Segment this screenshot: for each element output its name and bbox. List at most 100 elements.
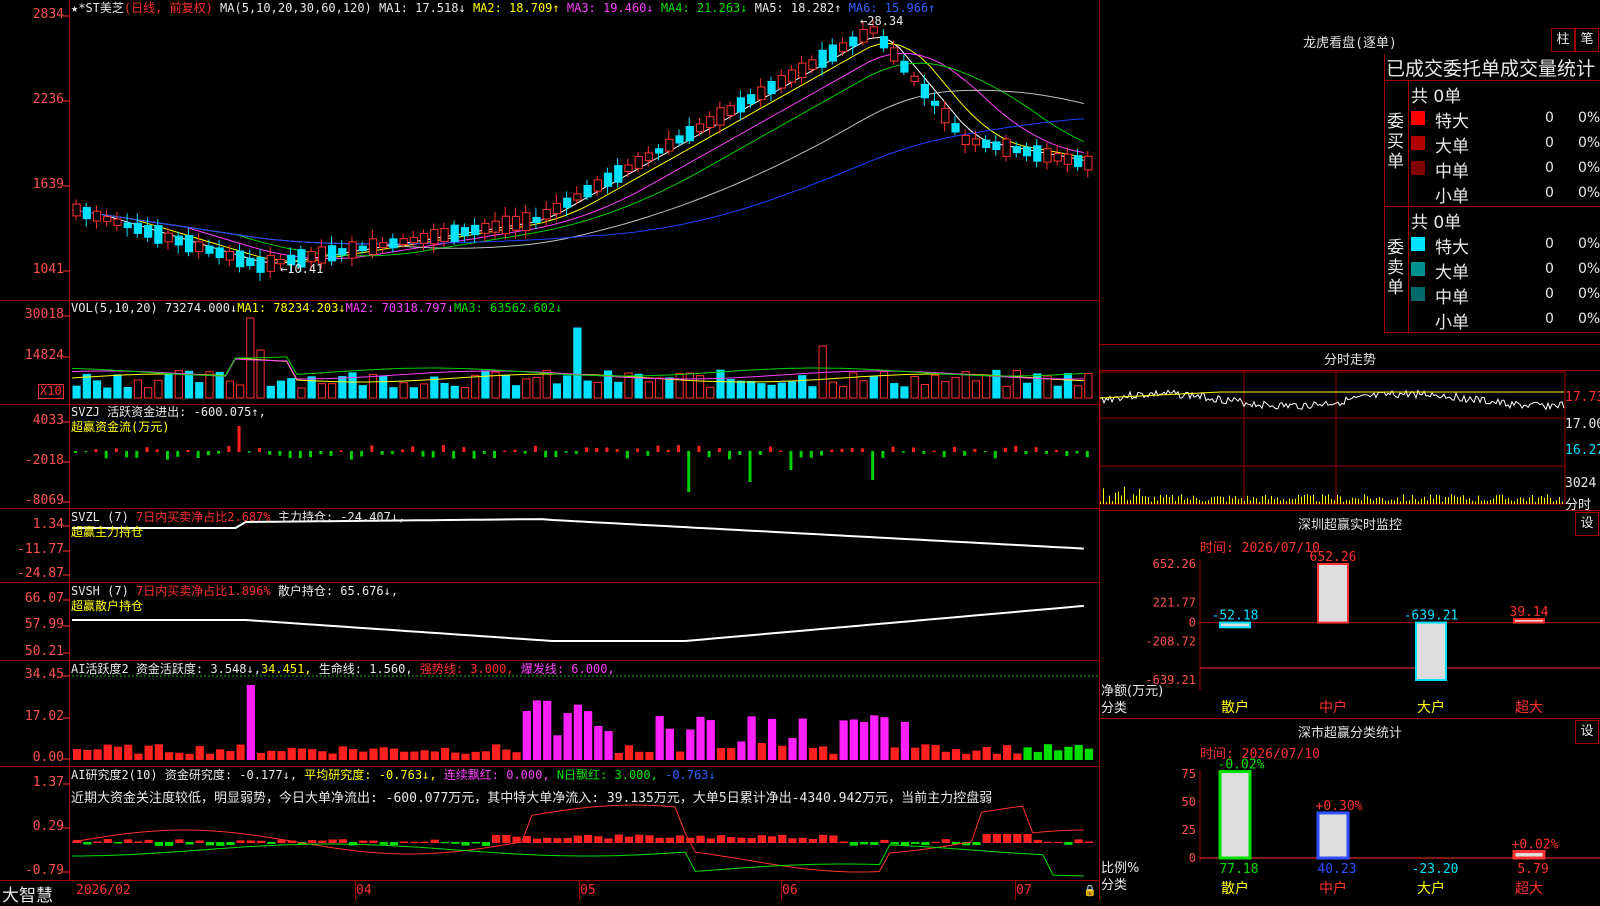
fund-flow-bar — [595, 448, 599, 452]
month-tick — [579, 880, 580, 900]
fund-flow-bar — [1034, 447, 1038, 452]
candle — [726, 105, 735, 116]
intraday-volume-bar — [1436, 494, 1437, 504]
svzj-label[interactable]: SVZJ — [71, 405, 100, 419]
ma-line — [71, 52, 1084, 260]
activity-bar — [369, 748, 378, 760]
period-mode[interactable]: (日线, 前复权) — [124, 1, 213, 15]
stock-name[interactable]: ★*ST美芝 — [71, 1, 124, 15]
intraday-volume-bar — [1157, 500, 1158, 504]
candle — [72, 203, 81, 217]
intraday-volume-bar — [1160, 495, 1161, 504]
monitor-bar-value: 39.14 — [1509, 605, 1548, 620]
candle — [103, 216, 112, 223]
intraday-volume-bar — [1352, 497, 1353, 504]
fund-flow-bar — [155, 449, 159, 452]
volume-bar — [655, 377, 664, 399]
candle — [195, 241, 204, 252]
sz-monitor-settings-button[interactable]: 设 — [1575, 512, 1599, 536]
rp-line — [1100, 510, 1600, 511]
volume-bar — [716, 369, 725, 399]
price-axis-label: 1639 — [32, 177, 64, 192]
fund-flow-bar — [380, 451, 384, 455]
intraday-volume-bar — [1298, 494, 1299, 504]
volume-bar — [614, 381, 623, 399]
sz-class-title: 深市超赢分类统计 — [1297, 726, 1402, 741]
intraday-volume-bar — [1346, 499, 1347, 504]
tick-mode-button[interactable]: 笔 — [1575, 28, 1599, 52]
research-bar — [829, 835, 838, 843]
research-bar — [440, 842, 450, 844]
buy-row-percent: 0% — [1578, 185, 1600, 201]
fund-flow-bar — [186, 450, 190, 452]
vol-ma2: MA2: 70318.797↓ — [345, 301, 454, 315]
intraday-volume-bar — [1109, 495, 1110, 504]
intraday-volume-bar — [1556, 500, 1557, 504]
activity-bar — [440, 747, 450, 760]
class-category-label: 大户 — [1417, 880, 1445, 897]
fund-flow-bar — [431, 451, 435, 458]
intraday-volume-bar — [1289, 498, 1290, 504]
research-bar — [941, 839, 950, 843]
volume-bar — [1053, 385, 1062, 399]
candle — [358, 245, 367, 252]
activity-bar — [604, 731, 613, 760]
candle — [368, 238, 378, 255]
fund-flow-bar — [901, 451, 905, 453]
intraday-volume-bar — [1277, 497, 1278, 504]
bar-mode-button[interactable]: 柱 — [1551, 28, 1575, 52]
ma-params[interactable]: MA(5,10,20,30,60,120) — [220, 1, 372, 15]
svzj-axis-label: 4033 — [32, 413, 64, 428]
activity-bar — [113, 746, 123, 760]
kline-chart-canvas[interactable] — [0, 0, 1100, 900]
candle — [215, 247, 224, 259]
ai2-avg: 平均研究度: -0.763↓, — [304, 768, 437, 782]
activity-bar — [471, 751, 480, 760]
vol-params[interactable]: VOL(5,10,20) — [71, 301, 158, 315]
intraday-volume-bar — [1211, 497, 1212, 504]
volume-bar — [890, 383, 899, 399]
research-bar — [246, 840, 255, 843]
intraday-volume-bar — [1451, 494, 1452, 504]
intraday-volume-bar — [1259, 501, 1260, 504]
intraday-volume-bar — [1175, 501, 1176, 504]
candle — [736, 97, 746, 113]
intraday-volume-bar — [1412, 494, 1413, 504]
candle — [154, 225, 163, 244]
ai1-label[interactable]: AI活跃度2 — [71, 662, 129, 676]
fund-flow-bar — [227, 446, 231, 452]
sz-class-settings-button[interactable]: 设 — [1575, 720, 1599, 744]
sz-monitor-chart: 652.26 221.77 0 -208.72 -639.21 -52.18 散户 652.2… — [1145, 550, 1600, 716]
intraday-volume-bar — [1229, 495, 1230, 504]
svzl-label[interactable]: SVZL (7) — [71, 510, 129, 524]
intraday-volume-bar — [1193, 495, 1194, 504]
candle — [266, 254, 275, 272]
class-category-label: 中户 — [1319, 880, 1347, 897]
sz-class-xlabel: 分类 — [1101, 878, 1128, 893]
fund-flow-bar — [697, 445, 701, 452]
candle — [767, 80, 776, 95]
high-price-marker: ←28.34 — [860, 14, 904, 28]
svsh-label[interactable]: SVSH (7) — [71, 584, 129, 598]
intraday-chart[interactable] — [1100, 370, 1600, 510]
svsh-axis-label: 66.07 — [24, 591, 64, 606]
candle — [460, 227, 470, 237]
buy-row-volume: 0 — [1545, 160, 1554, 176]
candle — [808, 59, 817, 70]
candle — [1074, 155, 1083, 168]
svsh-axis-label: 57.99 — [24, 617, 64, 632]
research-bar — [573, 835, 582, 843]
ai2-label[interactable]: AI研究度2(10) — [71, 768, 158, 782]
research-bar — [614, 834, 623, 843]
research-bar — [604, 838, 613, 843]
lock-icon[interactable]: 🔒 — [1083, 884, 1097, 897]
fund-flow-bar — [993, 451, 997, 459]
fund-flow-bar — [135, 451, 139, 458]
intraday-volume-bar — [1553, 501, 1554, 504]
volume-bar — [297, 387, 306, 399]
volume-bar — [777, 382, 786, 399]
candle — [951, 123, 960, 133]
intraday-volume-bar — [1118, 491, 1119, 504]
candle — [818, 49, 827, 68]
ai1-activity: 资金活跃度: 3.548↓, — [135, 662, 261, 676]
